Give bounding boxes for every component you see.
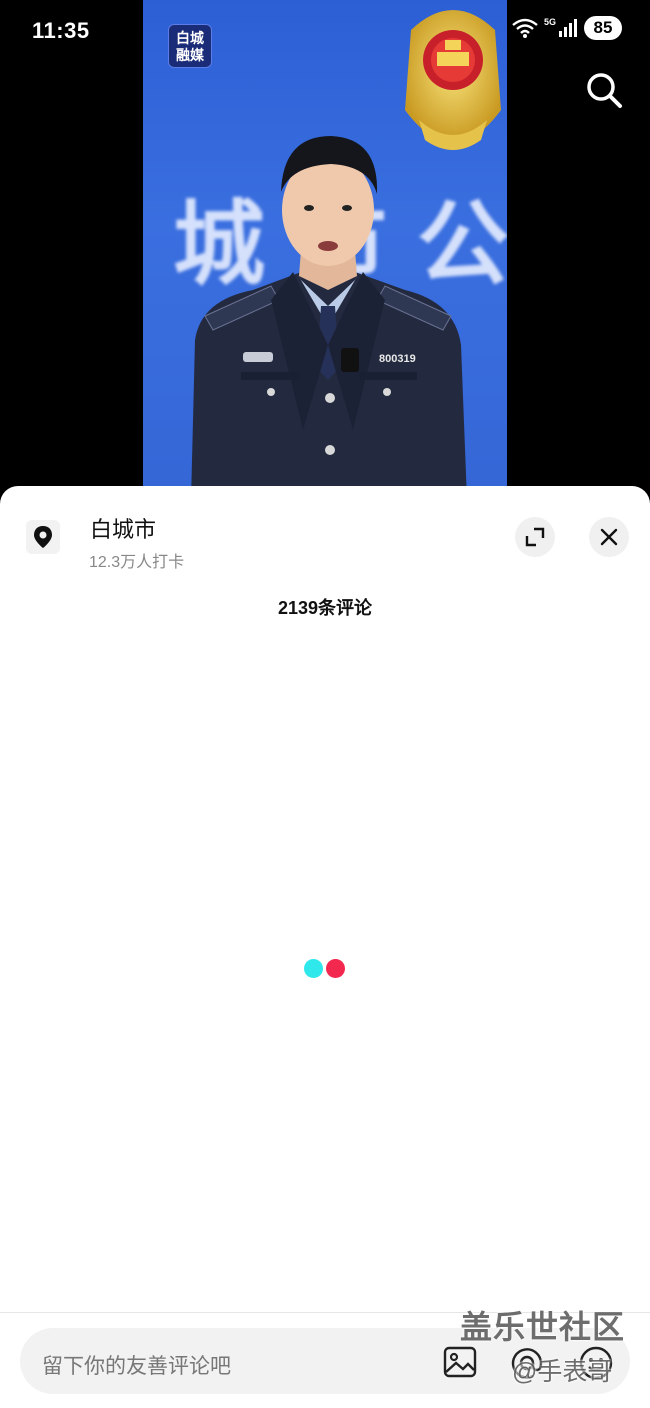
battery-level: 85 — [584, 16, 622, 40]
loading-dot-cyan — [304, 959, 323, 978]
badge-number: 800319 — [379, 353, 416, 365]
status-indicators: 5G 85 — [512, 16, 622, 40]
location-pin-icon — [26, 520, 60, 554]
watermark-line2: @手表哥 — [512, 1358, 613, 1386]
comment-input-placeholder: 留下你的友善评论吧 — [42, 1355, 231, 1378]
search-icon[interactable] — [584, 70, 624, 110]
comment-sheet: 白城市 12.3万人打卡 2139条评论 留下你的友善评论吧 — [0, 486, 650, 1408]
loading-dot-red — [326, 959, 345, 978]
watermark-line1: 盖乐世社区 — [460, 1309, 626, 1345]
video-frame[interactable]: 城市公 白城 融媒 — [143, 0, 507, 500]
officer-figure: 800319 — [191, 136, 467, 500]
close-button[interactable] — [589, 517, 629, 557]
expand-icon — [525, 527, 545, 547]
location-name[interactable]: 白城市 — [90, 512, 156, 544]
signal-icon — [559, 19, 577, 37]
comment-count: 2139条评论 — [277, 598, 373, 618]
video-player[interactable]: 城市公 白城 融媒 — [0, 0, 650, 500]
location-checkins: 12.3万人打卡 — [89, 554, 185, 571]
status-bar: 11:35 5G 85 — [0, 0, 650, 62]
expand-button[interactable] — [515, 517, 555, 557]
loading-indicator — [304, 959, 348, 979]
status-time: 11:35 — [32, 18, 90, 43]
wifi-icon — [512, 18, 538, 38]
network-type-label: 5G — [543, 17, 556, 27]
close-icon — [600, 528, 618, 546]
watermark: 盖乐世社区 @手表哥 — [460, 1302, 625, 1388]
